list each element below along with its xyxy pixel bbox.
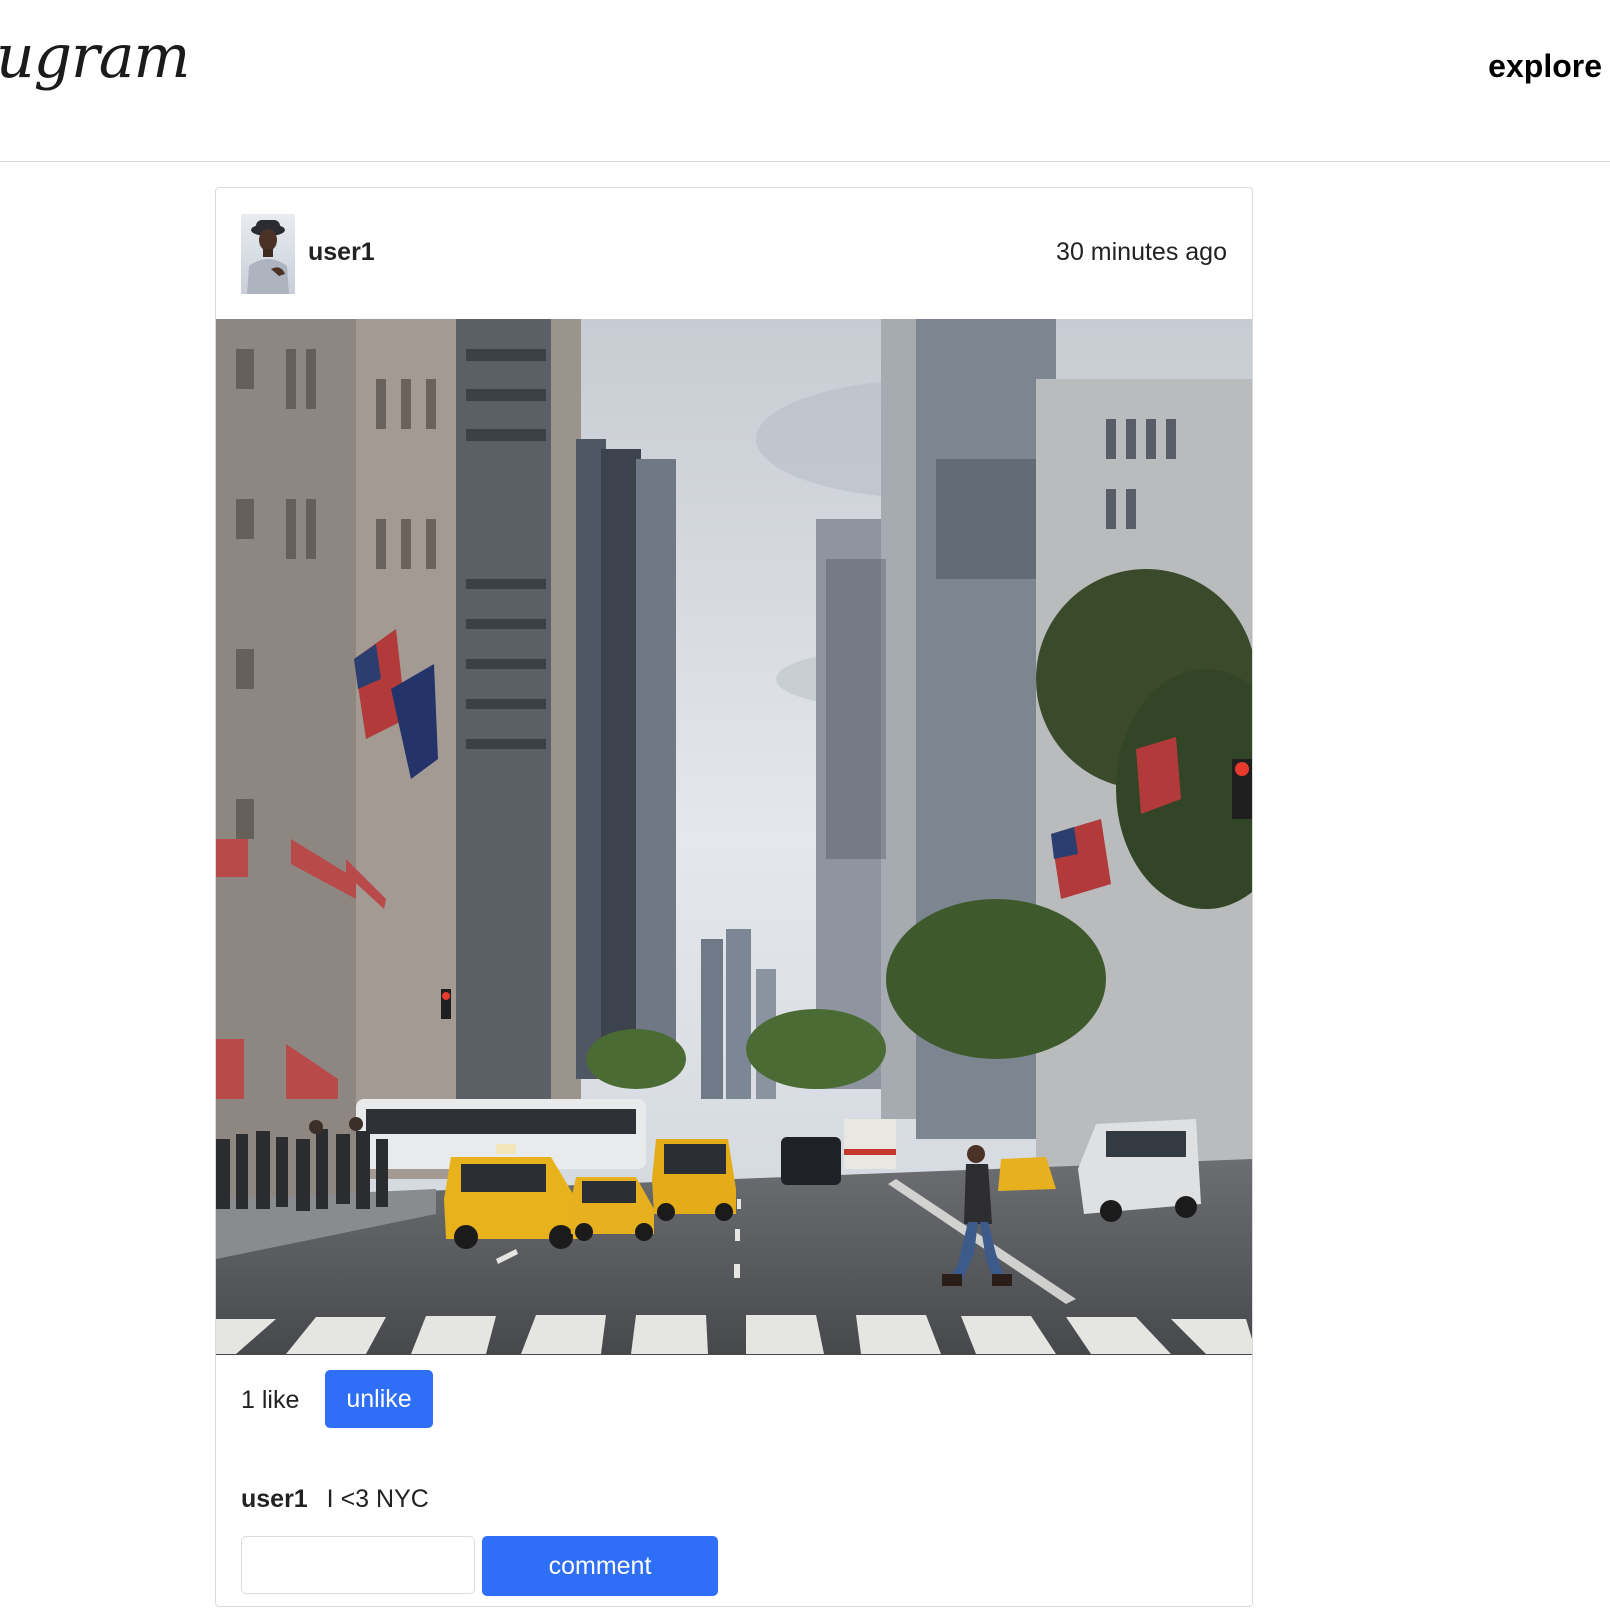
comment-submit-button[interactable]: comment xyxy=(482,1536,718,1596)
post-card: user1 30 minutes ago 1 like unlike user1… xyxy=(215,187,1253,1607)
comment-input[interactable] xyxy=(241,1536,475,1594)
nav-explore-link[interactable]: explore xyxy=(1488,48,1602,85)
post-image xyxy=(216,319,1252,1355)
caption-username[interactable]: user1 xyxy=(241,1485,308,1513)
post-header: user1 30 minutes ago xyxy=(216,188,1252,320)
top-navbar: ugram explore xyxy=(0,0,1610,162)
caption-text: I <3 NYC xyxy=(326,1485,429,1513)
avatar[interactable] xyxy=(241,214,295,294)
post-author-username[interactable]: user1 xyxy=(308,238,375,267)
unlike-button[interactable]: unlike xyxy=(325,1370,433,1428)
app-logo[interactable]: ugram xyxy=(0,22,190,92)
comment-form: comment xyxy=(241,1536,1141,1596)
post-timestamp: 30 minutes ago xyxy=(1056,238,1227,266)
like-count: 1 like xyxy=(241,1386,300,1414)
likes-row: 1 like unlike xyxy=(241,1370,1141,1428)
post-caption: user1 I <3 NYC xyxy=(241,1485,429,1514)
